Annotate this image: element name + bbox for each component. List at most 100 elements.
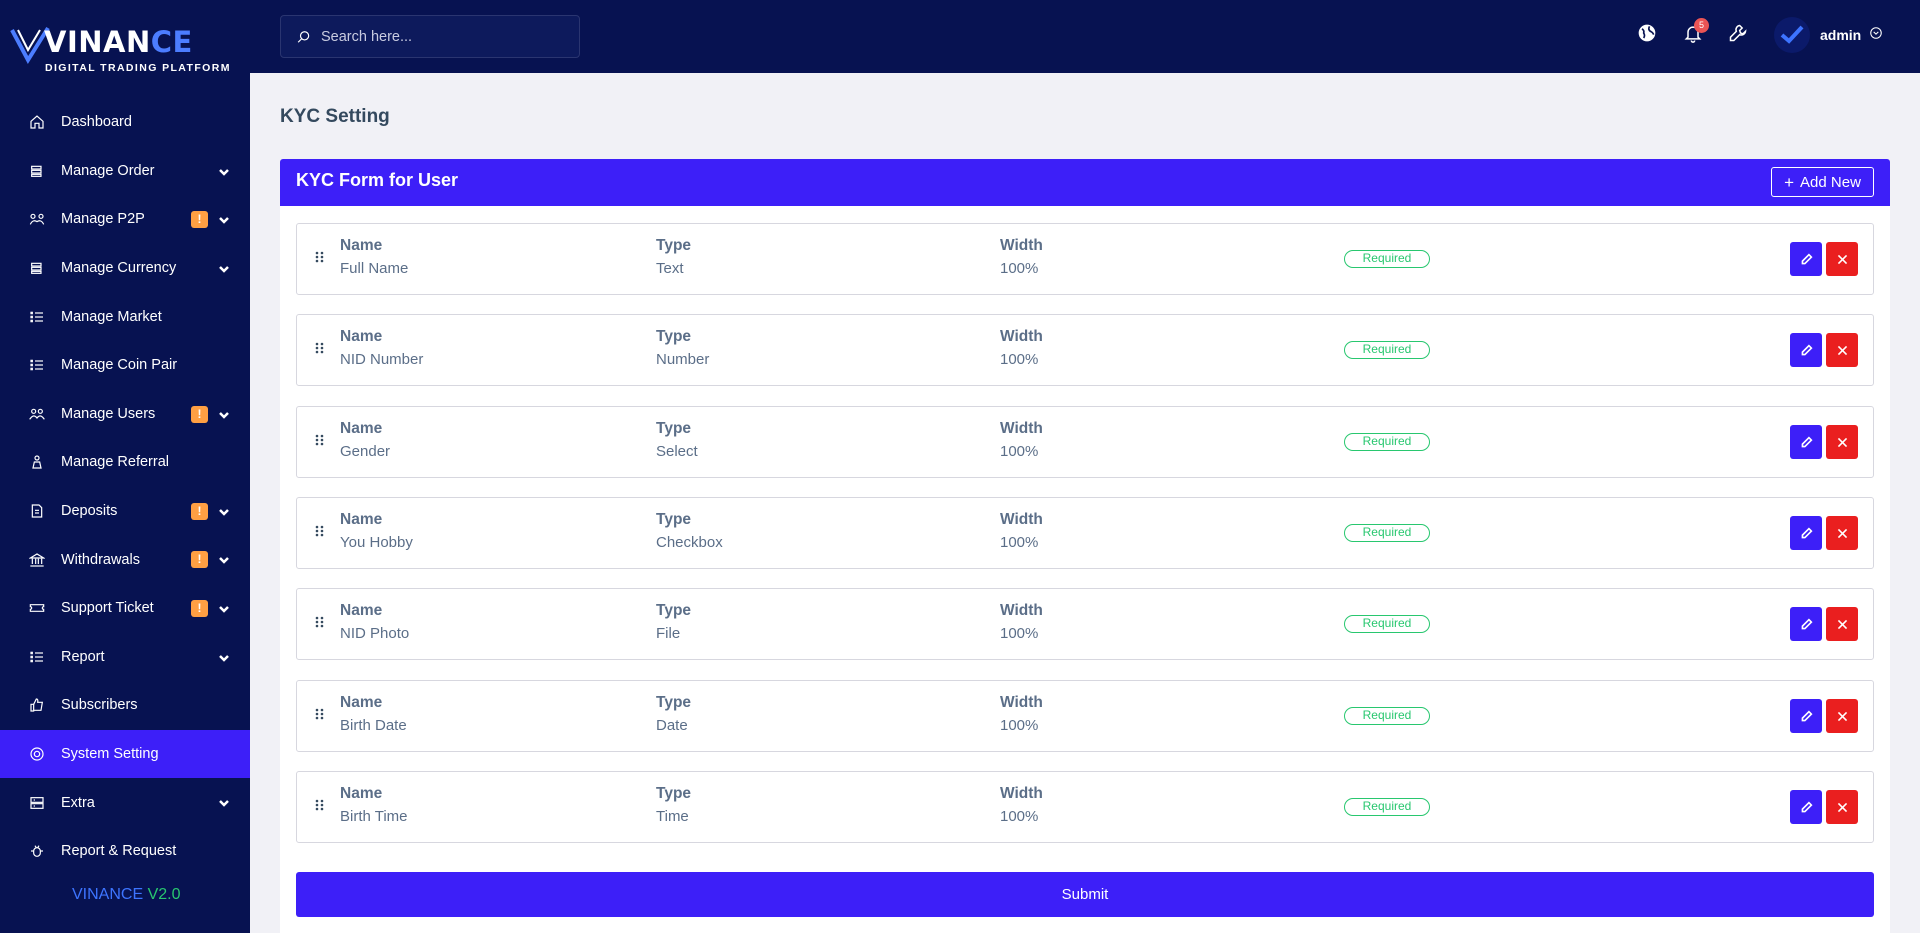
ticket-icon: [28, 599, 46, 617]
sidebar-item-label: Manage P2P: [61, 211, 145, 228]
field-width: 100%: [1000, 808, 1039, 825]
field-type-col: Type File: [656, 602, 692, 642]
chevron-down-icon: [218, 408, 230, 420]
sidebar-item-extra[interactable]: Extra: [0, 778, 250, 827]
edit-button[interactable]: [1790, 516, 1822, 550]
field-width-col: Width 100%: [1000, 785, 1043, 825]
field-name-col: Name NID Photo: [340, 602, 410, 642]
field-type: Checkbox: [656, 534, 723, 551]
field-width-col: Width 100%: [1000, 602, 1043, 642]
field-width-col: Width 100%: [1000, 328, 1043, 368]
field-width-col: Width 100%: [1000, 511, 1043, 551]
chevron-down-icon: [218, 796, 230, 808]
edit-button[interactable]: [1790, 790, 1822, 824]
server-icon: [28, 794, 46, 812]
drag-handle-icon[interactable]: [315, 799, 325, 815]
sidebar-item-dashboard[interactable]: Dashboard: [0, 98, 250, 147]
field-name: NID Number: [340, 351, 424, 368]
sidebar: VINANCE DIGITAL TRADING PLATFORM Dashboa…: [0, 0, 250, 933]
kyc-field-row: Name You Hobby Type Checkbox Width 100% Requir…: [296, 497, 1874, 569]
pencil-icon: [1801, 252, 1813, 264]
chevron-down-icon: [218, 505, 230, 517]
language-button[interactable]: [1636, 22, 1658, 44]
field-width: 100%: [1000, 260, 1039, 277]
delete-button[interactable]: [1826, 607, 1858, 641]
edit-button[interactable]: [1790, 699, 1822, 733]
search-input[interactable]: [321, 28, 561, 45]
close-icon: [1837, 711, 1847, 721]
avatar-check-icon: [1780, 25, 1804, 44]
field-width: 100%: [1000, 625, 1039, 642]
sidebar-item-deposits[interactable]: Deposits!: [0, 487, 250, 536]
sidebar-item-support-ticket[interactable]: Support Ticket!: [0, 584, 250, 633]
bug-icon: [28, 842, 46, 860]
users-icon: [28, 405, 46, 423]
sidebar-item-manage-market[interactable]: Manage Market: [0, 292, 250, 341]
list-icon: [28, 648, 46, 666]
edit-button[interactable]: [1790, 333, 1822, 367]
sidebar-item-subscribers[interactable]: Subscribers: [0, 681, 250, 730]
pencil-icon: [1801, 343, 1813, 355]
delete-button[interactable]: [1826, 516, 1858, 550]
sidebar-item-manage-currency[interactable]: Manage Currency: [0, 244, 250, 293]
field-type-col: Type Text: [656, 237, 692, 277]
kyc-field-row: Name Full Name Type Text Width 100% Required: [296, 223, 1874, 295]
card-header: KYC Form for User + Add New: [280, 159, 1890, 206]
field-width-col: Width 100%: [1000, 694, 1043, 734]
field-name-col: Name NID Number: [340, 328, 424, 368]
pencil-icon: [1801, 526, 1813, 538]
field-type: Time: [656, 808, 689, 825]
drag-handle-icon[interactable]: [315, 251, 325, 267]
sidebar-item-manage-order[interactable]: Manage Order: [0, 147, 250, 196]
field-width: 100%: [1000, 351, 1039, 368]
sidebar-item-manage-p2p[interactable]: Manage P2P!: [0, 195, 250, 244]
status-badge: Required: [1344, 250, 1430, 268]
user-menu[interactable]: admin: [1774, 17, 1883, 53]
version-label: VINANCE V2.0: [72, 886, 181, 903]
kyc-field-row: Name Gender Type Select Width 100% Required: [296, 406, 1874, 478]
referral-icon: [28, 453, 46, 471]
edit-button[interactable]: [1790, 607, 1822, 641]
delete-button[interactable]: [1826, 333, 1858, 367]
sidebar-item-system-setting[interactable]: System Setting: [0, 729, 250, 779]
drag-handle-icon[interactable]: [315, 525, 325, 541]
alert-badge: !: [191, 211, 208, 229]
brand-logo[interactable]: VINANCE DIGITAL TRADING PLATFORM: [10, 22, 240, 78]
sidebar-item-label: Manage Currency: [61, 260, 177, 277]
chevron-down-icon: [218, 651, 230, 663]
delete-button[interactable]: [1826, 425, 1858, 459]
field-type-col: Type Number: [656, 328, 710, 368]
status-badge: Required: [1344, 524, 1430, 542]
add-new-label: Add New: [1800, 173, 1861, 191]
edit-button[interactable]: [1790, 425, 1822, 459]
delete-button[interactable]: [1826, 242, 1858, 276]
sidebar-item-label: Support Ticket: [61, 600, 154, 617]
sidebar-item-withdrawals[interactable]: Withdrawals!: [0, 535, 250, 584]
field-type: Number: [656, 351, 710, 368]
delete-button[interactable]: [1826, 699, 1858, 733]
sidebar-item-manage-coin-pair[interactable]: Manage Coin Pair: [0, 341, 250, 390]
field-name-col: Name Birth Date: [340, 694, 407, 734]
list-icon: [28, 308, 46, 326]
submit-button[interactable]: Submit: [296, 872, 1874, 917]
drag-handle-icon[interactable]: [315, 708, 325, 724]
drag-handle-icon[interactable]: [315, 616, 325, 632]
edit-button[interactable]: [1790, 242, 1822, 276]
drag-handle-icon[interactable]: [315, 434, 325, 450]
sidebar-item-report-request[interactable]: Report & Request: [0, 827, 250, 876]
kyc-field-row: Name NID Photo Type File Width 100% Required: [296, 588, 1874, 660]
delete-button[interactable]: [1826, 790, 1858, 824]
field-name: NID Photo: [340, 625, 410, 642]
sidebar-item-manage-referral[interactable]: Manage Referral: [0, 438, 250, 487]
field-width: 100%: [1000, 534, 1039, 551]
add-new-button[interactable]: + Add New: [1771, 167, 1874, 197]
field-name-col: Name Birth Time: [340, 785, 408, 825]
chevron-down-icon: [218, 213, 230, 225]
notification-button[interactable]: 5: [1682, 18, 1709, 44]
field-type-col: Type Time: [656, 785, 692, 825]
sidebar-item-manage-users[interactable]: Manage Users!: [0, 390, 250, 439]
tools-button[interactable]: [1727, 22, 1749, 44]
sidebar-item-report[interactable]: Report: [0, 633, 250, 682]
search-box[interactable]: [280, 15, 580, 58]
drag-handle-icon[interactable]: [315, 342, 325, 358]
